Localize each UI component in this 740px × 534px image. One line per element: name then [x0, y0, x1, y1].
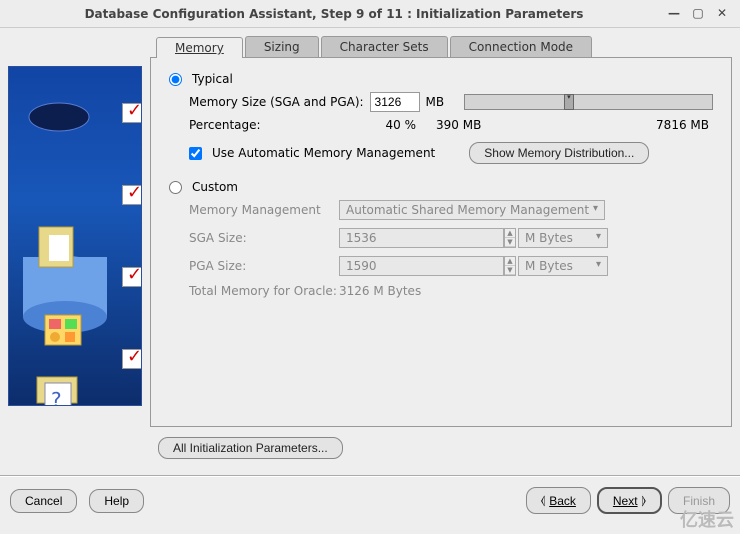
- tab-pane-memory: Typical Memory Size (SGA and PGA): MB ▾ …: [150, 57, 732, 427]
- memory-size-input[interactable]: [370, 92, 420, 112]
- wizard-progress-graphic: ?: [8, 66, 142, 406]
- pga-unit-dropdown: M Bytes: [518, 256, 608, 276]
- sga-unit-dropdown: M Bytes: [518, 228, 608, 248]
- min-memory-label: 390 MB: [416, 118, 526, 132]
- mb-label: MB: [426, 95, 445, 109]
- next-label: Next: [613, 494, 638, 508]
- step-check-icon: [122, 103, 142, 123]
- tab-connection-mode[interactable]: Connection Mode: [450, 36, 592, 57]
- percentage-label: Percentage:: [189, 118, 354, 132]
- slider-thumb-icon[interactable]: ▾: [564, 94, 574, 110]
- minimize-icon[interactable]: —: [664, 5, 684, 23]
- memory-size-label: Memory Size (SGA and PGA):: [189, 95, 364, 109]
- tab-memory[interactable]: Memory: [156, 37, 243, 58]
- sga-spinner: ▲▼: [504, 228, 516, 248]
- step-check-icon: [122, 185, 142, 205]
- custom-radio[interactable]: [169, 181, 182, 194]
- chevron-right-icon: ⦊: [642, 493, 646, 508]
- show-memory-dist-button[interactable]: Show Memory Distribution...: [469, 142, 649, 164]
- step-check-icon: [122, 267, 142, 287]
- memory-size-slider[interactable]: ▾: [464, 94, 713, 110]
- pga-size-field: 1590: [339, 256, 504, 276]
- watermark: 亿速云: [680, 506, 734, 532]
- title-bar: Database Configuration Assistant, Step 9…: [0, 0, 740, 28]
- auto-memory-checkbox[interactable]: [189, 147, 202, 160]
- mem-mgmt-dropdown: Automatic Shared Memory Management: [339, 200, 605, 220]
- all-init-params-button[interactable]: All Initialization Parameters...: [158, 437, 343, 459]
- pga-size-label: PGA Size:: [189, 259, 339, 273]
- back-label: Back: [549, 494, 576, 508]
- auto-memory-label: Use Automatic Memory Management: [212, 146, 435, 160]
- total-memory-value: 3126 M Bytes: [339, 284, 608, 298]
- maximize-icon[interactable]: ▢: [688, 5, 708, 23]
- typical-radio[interactable]: [169, 73, 182, 86]
- window-title: Database Configuration Assistant, Step 9…: [8, 7, 660, 21]
- svg-text:?: ?: [51, 388, 62, 406]
- tab-character-sets[interactable]: Character Sets: [321, 36, 448, 57]
- cancel-button[interactable]: Cancel: [10, 489, 77, 513]
- step-check-icon: [122, 349, 142, 369]
- tab-bar: Memory Sizing Character Sets Connection …: [156, 36, 732, 57]
- help-button[interactable]: Help: [89, 489, 144, 513]
- percentage-value: 40 %: [354, 118, 416, 132]
- pga-spinner: ▲▼: [504, 256, 516, 276]
- sga-size-label: SGA Size:: [189, 231, 339, 245]
- wizard-footer: Cancel Help ⦉ Back Next ⦊ Finish: [0, 475, 740, 514]
- chevron-left-icon: ⦉: [541, 493, 545, 508]
- back-button[interactable]: ⦉ Back: [526, 487, 591, 514]
- total-memory-label: Total Memory for Oracle:: [189, 284, 339, 298]
- close-icon[interactable]: ✕: [712, 5, 732, 23]
- max-memory-label: 7816 MB: [526, 118, 713, 132]
- custom-label: Custom: [192, 180, 238, 194]
- mem-mgmt-label: Memory Management: [189, 203, 339, 217]
- tab-sizing[interactable]: Sizing: [245, 36, 319, 57]
- typical-label: Typical: [192, 72, 233, 86]
- sga-size-field: 1536: [339, 228, 504, 248]
- next-button[interactable]: Next ⦊: [597, 487, 662, 514]
